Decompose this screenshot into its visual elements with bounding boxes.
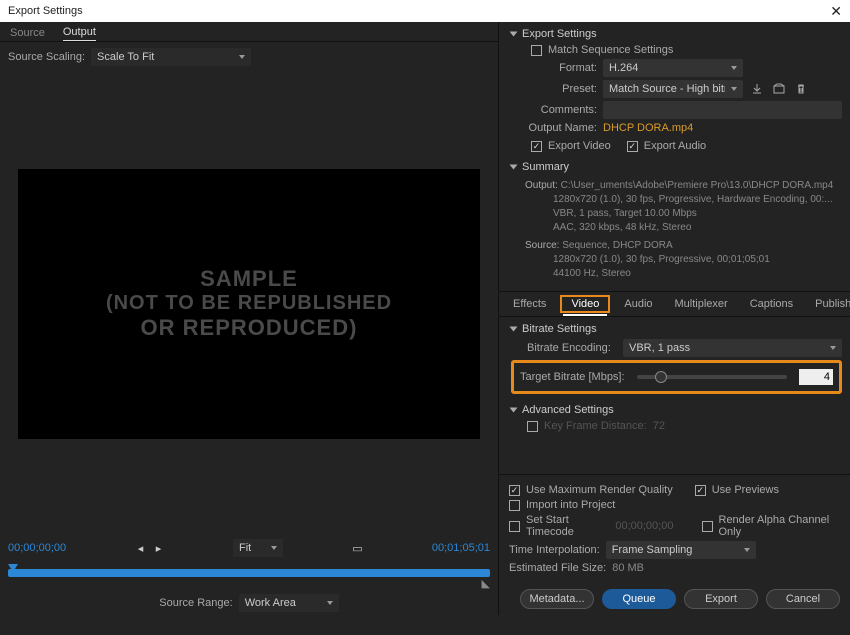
time-interp-label: Time Interpolation: bbox=[509, 544, 600, 556]
title-bar: Export Settings ✕ bbox=[0, 0, 850, 22]
preset-dropdown[interactable]: Match Source - High bitrate bbox=[603, 80, 743, 98]
tab-output[interactable]: Output bbox=[63, 26, 96, 41]
format-label: Format: bbox=[511, 62, 597, 74]
est-size-value: 80 MB bbox=[612, 562, 644, 574]
source-range-label: Source Range: bbox=[159, 597, 232, 609]
comments-input[interactable] bbox=[603, 101, 842, 119]
tab-effects[interactable]: Effects bbox=[505, 294, 554, 314]
collapse-icon bbox=[510, 32, 518, 37]
settings-panel: Export Settings Match Sequence Settings … bbox=[498, 22, 850, 615]
collapse-icon bbox=[510, 327, 518, 332]
match-sequence-label: Match Sequence Settings bbox=[548, 44, 673, 56]
chevron-down-icon bbox=[830, 346, 836, 350]
export-audio-checkbox[interactable] bbox=[627, 141, 638, 152]
export-button[interactable]: Export bbox=[684, 589, 758, 609]
advanced-header[interactable]: Advanced Settings bbox=[511, 404, 842, 416]
aspect-icon[interactable]: ▭ bbox=[349, 541, 365, 555]
match-sequence-checkbox[interactable] bbox=[531, 45, 542, 56]
highlight-target-bitrate: Target Bitrate [Mbps]: bbox=[511, 360, 842, 394]
time-interp-dropdown[interactable]: Frame Sampling bbox=[606, 541, 756, 559]
tab-source[interactable]: Source bbox=[10, 27, 45, 41]
export-settings-header[interactable]: Export Settings bbox=[511, 28, 842, 40]
render-alpha-checkbox[interactable] bbox=[702, 521, 713, 532]
save-preset-icon[interactable] bbox=[749, 81, 765, 97]
summary-header[interactable]: Summary bbox=[511, 161, 842, 173]
source-range-dropdown[interactable]: Work Area bbox=[239, 594, 339, 612]
tab-video[interactable]: Video bbox=[563, 294, 607, 316]
video-preview: SAMPLE (NOT TO BE REPUBLISHED OR REPRODU… bbox=[18, 169, 480, 439]
est-size-label: Estimated File Size: bbox=[509, 562, 606, 574]
timecode-start[interactable]: 00;00;00;00 bbox=[8, 542, 66, 554]
target-bitrate-label: Target Bitrate [Mbps]: bbox=[520, 371, 625, 383]
source-scaling-dropdown[interactable]: Scale To Fit bbox=[91, 48, 251, 66]
source-scaling-label: Source Scaling: bbox=[8, 51, 85, 63]
slider-thumb-icon[interactable] bbox=[655, 371, 667, 383]
import-preset-icon[interactable] bbox=[771, 81, 787, 97]
cancel-button[interactable]: Cancel bbox=[766, 589, 840, 609]
format-dropdown[interactable]: H.264 bbox=[603, 59, 743, 77]
bitrate-header[interactable]: Bitrate Settings bbox=[511, 323, 842, 335]
summary-source: Source: Sequence, DHCP DORA 1280x720 (1.… bbox=[525, 237, 842, 283]
collapse-icon bbox=[510, 408, 518, 413]
collapse-icon bbox=[510, 165, 518, 170]
preview-panel: Source Output Source Scaling: Scale To F… bbox=[0, 22, 498, 615]
metadata-button[interactable]: Metadata... bbox=[520, 589, 594, 609]
kfd-label: Key Frame Distance: bbox=[544, 420, 647, 432]
tab-multiplexer[interactable]: Multiplexer bbox=[667, 294, 736, 314]
import-project-checkbox[interactable] bbox=[509, 500, 520, 511]
highlight-video-tab: Video bbox=[560, 295, 610, 313]
close-icon[interactable]: ✕ bbox=[830, 3, 842, 20]
next-frame-icon[interactable]: ▸ bbox=[151, 541, 167, 555]
chevron-down-icon bbox=[731, 66, 737, 70]
set-start-tc-checkbox[interactable] bbox=[509, 521, 520, 532]
settings-tabs: Effects Video Audio Multiplexer Captions… bbox=[499, 291, 850, 317]
chevron-down-icon bbox=[731, 87, 737, 91]
fit-dropdown[interactable]: Fit bbox=[233, 539, 283, 557]
use-max-quality-checkbox[interactable] bbox=[509, 485, 520, 496]
window-title: Export Settings bbox=[8, 5, 83, 17]
chevron-down-icon bbox=[744, 548, 750, 552]
prev-frame-icon[interactable]: ◂ bbox=[133, 541, 149, 555]
preset-label: Preset: bbox=[511, 83, 597, 95]
use-previews-checkbox[interactable] bbox=[695, 485, 706, 496]
summary-output: Output: C:\User_uments\Adobe\Premiere Pr… bbox=[525, 177, 842, 237]
bitrate-encoding-dropdown[interactable]: VBR, 1 pass bbox=[623, 339, 842, 357]
delete-preset-icon[interactable] bbox=[793, 81, 809, 97]
tab-audio[interactable]: Audio bbox=[616, 294, 660, 314]
target-bitrate-slider[interactable] bbox=[637, 375, 787, 379]
render-options: Use Maximum Render Quality Use Previews … bbox=[499, 474, 850, 583]
preview-tabs: Source Output bbox=[0, 22, 498, 42]
queue-button[interactable]: Queue bbox=[602, 589, 676, 609]
export-video-checkbox[interactable] bbox=[531, 141, 542, 152]
out-marker-icon[interactable]: ◣ bbox=[482, 577, 490, 590]
chevron-down-icon bbox=[239, 55, 245, 59]
kfd-checkbox[interactable] bbox=[527, 421, 538, 432]
comments-label: Comments: bbox=[511, 104, 597, 116]
tab-publish[interactable]: Publish bbox=[807, 294, 850, 314]
chevron-down-icon bbox=[271, 546, 277, 550]
output-name-label: Output Name: bbox=[511, 122, 597, 134]
tab-captions[interactable]: Captions bbox=[742, 294, 801, 314]
output-name-link[interactable]: DHCP DORA.mp4 bbox=[603, 122, 693, 134]
bitrate-encoding-label: Bitrate Encoding: bbox=[527, 342, 617, 354]
timecode-end: 00;01;05;01 bbox=[432, 542, 490, 554]
timeline[interactable]: ◣ bbox=[0, 561, 498, 591]
chevron-down-icon bbox=[327, 601, 333, 605]
target-bitrate-input[interactable] bbox=[799, 369, 833, 385]
